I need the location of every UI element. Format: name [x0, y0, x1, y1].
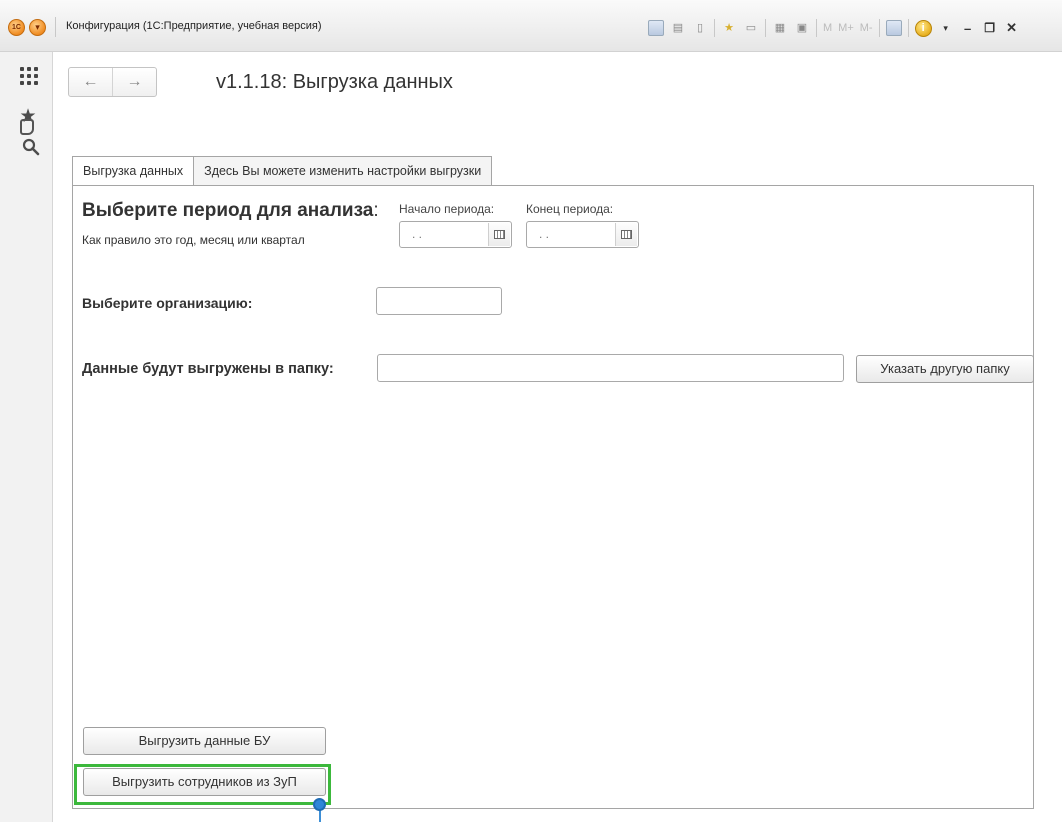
- info-icon[interactable]: i: [914, 19, 932, 37]
- calendar-icon[interactable]: ▣: [794, 20, 810, 36]
- folder-label: Данные будут выгружены в папку:: [82, 361, 334, 377]
- memory-m-button[interactable]: M: [823, 22, 832, 34]
- 1c-logo-icon[interactable]: 1С: [8, 19, 25, 36]
- pointer-dot: [313, 798, 326, 811]
- start-period-label: Начало периода:: [399, 202, 495, 216]
- titlebar-toolbar: ▤ ▯ ★ ▭ ▦ ▣ M M+ M- i ▾ – ❐ ✕: [648, 17, 1020, 39]
- window-title: Конфигурация (1С:Предприятие, учебная ве…: [66, 20, 322, 32]
- organization-field[interactable]: [376, 287, 502, 315]
- favorites-icon[interactable]: ★: [721, 20, 737, 36]
- end-period-label: Конец периода:: [526, 202, 614, 216]
- start-date-field[interactable]: . .: [399, 221, 512, 248]
- folder-label-colon: :: [328, 361, 334, 377]
- export-bu-button[interactable]: Выгрузить данные БУ: [83, 727, 326, 755]
- tab-export-settings[interactable]: Здесь Вы можете изменить настройки выгру…: [194, 156, 493, 186]
- memory-minus-button[interactable]: M-: [860, 22, 873, 34]
- titlebar-separator: [55, 17, 56, 37]
- calculator-icon[interactable]: ▦: [772, 20, 788, 36]
- toolbar-separator: [907, 19, 909, 37]
- info-dropdown-icon[interactable]: ▾: [938, 23, 954, 34]
- end-date-value: . .: [539, 227, 550, 241]
- toolbar-separator: [878, 19, 880, 37]
- toolbar-separator: [714, 19, 715, 37]
- calendar-picker-icon[interactable]: [615, 223, 637, 246]
- folder-path-field[interactable]: [377, 354, 844, 382]
- save-icon[interactable]: [648, 20, 664, 36]
- back-button[interactable]: ←: [69, 68, 112, 96]
- left-sidebar: ★: [0, 52, 53, 822]
- organization-label: Выберите организацию:: [82, 295, 253, 311]
- tab-export-data[interactable]: Выгрузка данных: [72, 156, 195, 186]
- apps-grid-icon[interactable]: [18, 65, 38, 85]
- panels-icon[interactable]: [885, 20, 902, 36]
- close-icon[interactable]: ✕: [1004, 20, 1020, 36]
- forward-button[interactable]: →: [112, 68, 156, 96]
- toolbar-separator: [765, 19, 766, 37]
- search-icon[interactable]: [22, 138, 40, 161]
- calendar-picker-icon[interactable]: [488, 223, 510, 246]
- choose-folder-button[interactable]: Указать другую папку: [856, 355, 1034, 383]
- main-content: ← → v1.1.18: Выгрузка данных Выгрузка да…: [53, 52, 1062, 822]
- start-date-value: . .: [412, 227, 423, 241]
- highlight-frame: [74, 764, 331, 805]
- preview-icon[interactable]: ▯: [692, 20, 708, 36]
- print-icon[interactable]: ▤: [670, 20, 686, 36]
- period-hint: Как правило это год, месяц или квартал: [82, 233, 305, 247]
- folder-label-text: Данные будут выгружены в папку: [82, 361, 329, 377]
- window-titlebar: 1С ▾ Конфигурация (1С:Предприятие, учебн…: [0, 0, 1062, 52]
- tab-panel: Выберите период для анализа: Как правило…: [72, 185, 1034, 809]
- minimize-icon[interactable]: –: [960, 21, 976, 36]
- page-title: v1.1.18: Выгрузка данных: [216, 71, 453, 93]
- toolbar-separator: [816, 19, 817, 37]
- memory-plus-button[interactable]: M+: [838, 22, 854, 34]
- document-icon[interactable]: ▭: [743, 20, 759, 36]
- history-icon[interactable]: [20, 119, 34, 135]
- restore-icon[interactable]: ❐: [982, 21, 998, 35]
- period-heading: Выберите период для анализа:: [82, 200, 379, 222]
- tab-bar: Выгрузка данных Здесь Вы можете изменить…: [72, 156, 493, 186]
- main-menu-icon[interactable]: ▾: [29, 19, 46, 36]
- period-heading-text: Выберите период для анализа: [82, 200, 374, 221]
- navigation-buttons: ← →: [68, 67, 157, 97]
- end-date-field[interactable]: . .: [526, 221, 639, 248]
- period-heading-colon: :: [373, 200, 379, 221]
